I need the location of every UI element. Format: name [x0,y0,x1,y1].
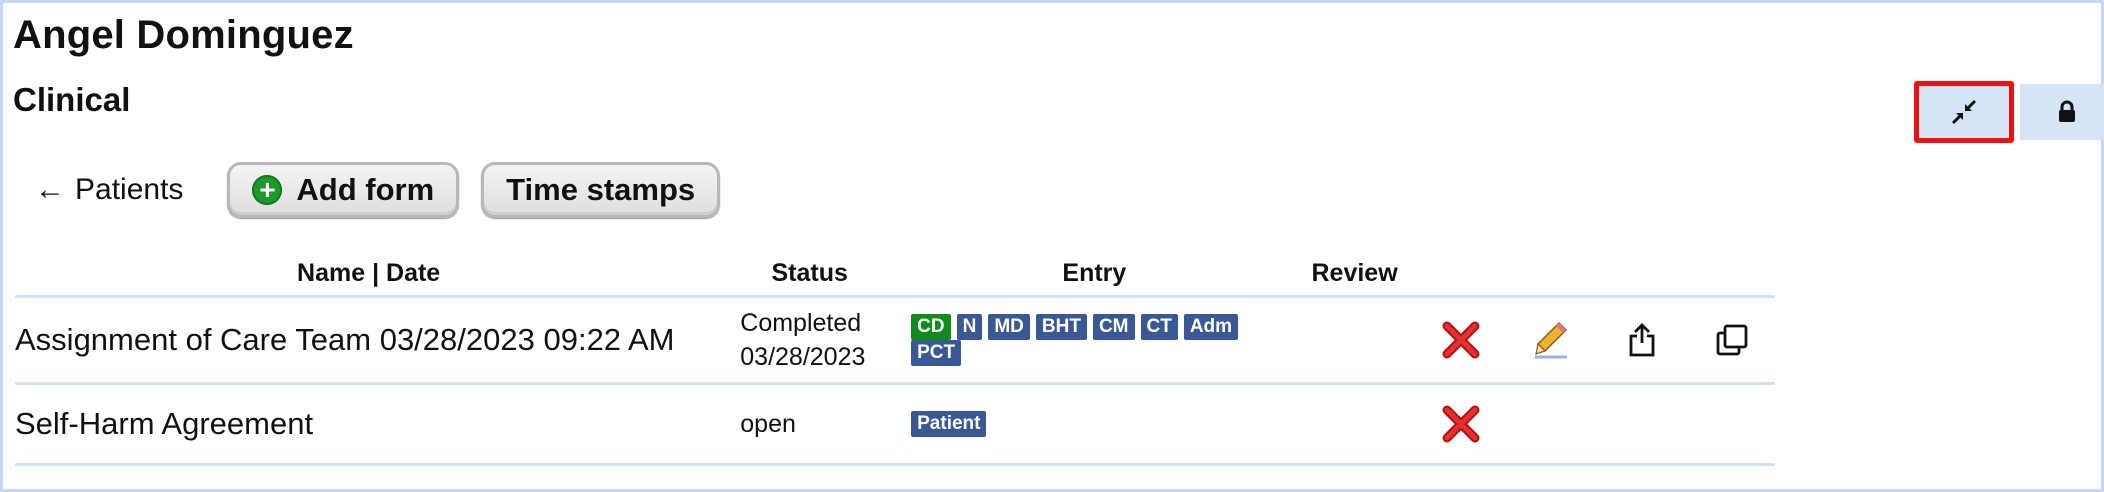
edit-button[interactable] [1508,320,1594,360]
delete-button[interactable] [1418,404,1504,444]
time-stamps-button[interactable]: Time stamps [481,162,721,218]
copy-icon [1716,324,1748,356]
entry-badge[interactable]: PCT [911,340,962,366]
collapse-button[interactable] [1914,81,2014,143]
entry-badge[interactable]: BHT [1035,314,1087,340]
form-name[interactable]: Assignment of Care Team 03/28/2023 09:22… [15,296,723,385]
entry-badges: CD N MD BHT CM CT Adm PCT [897,296,1292,385]
header-entry: Entry [897,251,1292,298]
app-frame: Angel Dominguez Clinical ← Patients + Ad… [0,0,2104,492]
add-form-button[interactable]: + Add form [227,162,460,218]
row-actions [1417,296,1775,385]
table-header-row: Name | Date Status Entry Review [15,251,1775,298]
entry-badge[interactable]: MD [988,314,1030,340]
back-link-label: Patients [75,173,184,206]
copy-button[interactable] [1689,323,1775,357]
entry-badge[interactable]: Patient [911,411,987,437]
pencil-icon [1535,321,1568,359]
collapse-arrows-icon [1951,99,1977,125]
forms-table: Name | Date Status Entry Review Assignme… [15,251,1775,466]
entry-badge[interactable]: Adm [1183,314,1239,340]
entry-badge[interactable]: CM [1092,314,1135,340]
header-actions [1417,251,1775,298]
left-arrow-icon: ← [35,173,65,206]
add-form-label: Add form [296,172,435,207]
entry-badge[interactable]: CD [911,314,951,340]
share-export-icon [1629,323,1654,357]
header-status: Status [722,251,898,298]
form-status: Completed 03/28/2023 [722,296,898,385]
header-name-date: Name | Date [15,251,723,298]
patient-name: Angel Dominguez [13,13,354,57]
entry-badge[interactable]: N [956,314,983,340]
back-to-patients-link[interactable]: ← Patients [35,173,183,207]
entry-badge[interactable]: CT [1140,314,1178,340]
status-text: open [740,410,796,438]
status-date: 03/28/2023 [740,343,866,371]
red-x-icon [1442,321,1480,359]
row-actions [1417,383,1775,466]
lock-button[interactable] [2020,84,2104,140]
time-stamps-label: Time stamps [506,172,696,207]
review-cell [1291,296,1418,385]
red-x-icon [1442,405,1480,443]
table-row: Self-Harm Agreement open Patient [15,383,1775,466]
export-button[interactable] [1599,323,1685,357]
entry-badges: Patient [897,383,1292,466]
header-review: Review [1291,251,1418,298]
plus-icon: + [252,175,283,205]
status-text: Completed [740,309,862,337]
form-name[interactable]: Self-Harm Agreement [15,383,723,466]
review-cell [1291,383,1418,466]
section-title: Clinical [13,81,131,118]
delete-button[interactable] [1418,320,1504,360]
table-row: Assignment of Care Team 03/28/2023 09:22… [15,296,1775,385]
form-status: open [722,383,898,466]
lock-icon [2059,100,2075,122]
toolbar: ← Patients + Add form Time stamps [35,159,742,221]
top-controls [1914,81,2104,143]
